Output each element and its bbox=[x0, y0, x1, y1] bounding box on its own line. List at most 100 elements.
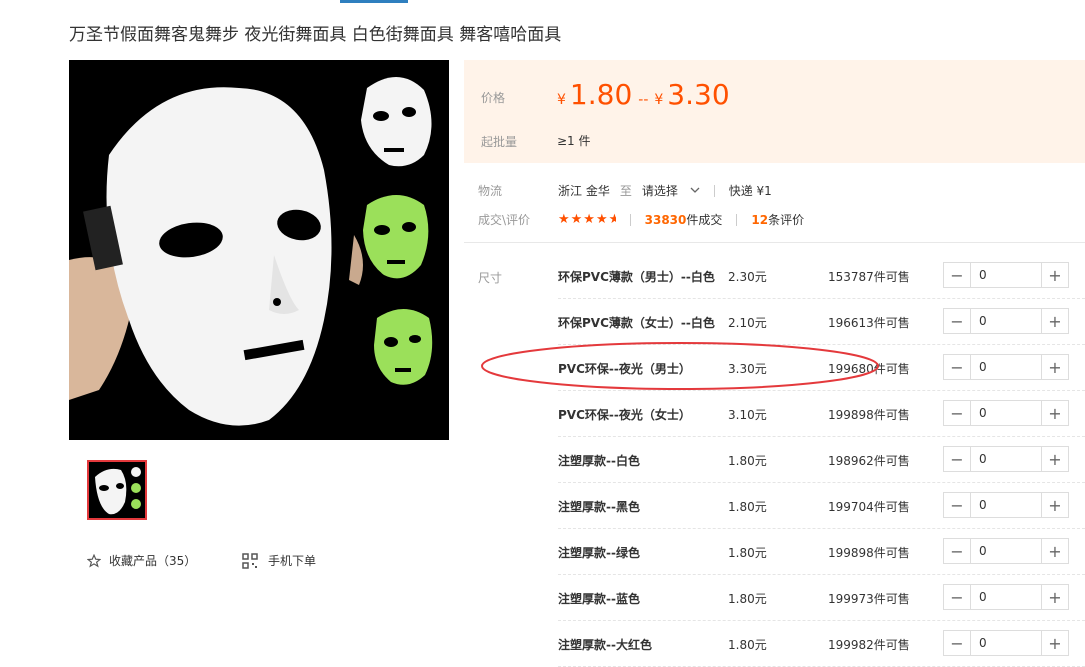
sku-stock: 199704件可售 bbox=[828, 500, 910, 514]
to-text: 至 bbox=[619, 184, 632, 198]
quantity-stepper: − + bbox=[943, 308, 1069, 334]
deals-link[interactable]: 33830件成交 bbox=[645, 211, 723, 228]
sku-name: PVC环保--夜光（女士） bbox=[558, 408, 691, 422]
product-main-image[interactable] bbox=[69, 60, 449, 440]
mobile-order-label: 手机下单 bbox=[268, 554, 317, 568]
sku-name: 注塑厚款--黑色 bbox=[558, 500, 640, 514]
quantity-stepper: − + bbox=[943, 630, 1069, 656]
quantity-stepper: − + bbox=[943, 446, 1069, 472]
increase-button[interactable]: + bbox=[1041, 539, 1068, 563]
decrease-button[interactable]: − bbox=[944, 631, 971, 655]
sku-row: 注塑厚款--大红色 1.80元 199982件可售 − + bbox=[558, 621, 1085, 667]
qr-code-icon bbox=[242, 552, 258, 569]
quantity-input[interactable] bbox=[971, 539, 1041, 563]
decrease-button[interactable]: − bbox=[944, 401, 971, 425]
moq-value: ≥1 件 bbox=[557, 134, 591, 148]
decrease-button[interactable]: − bbox=[944, 447, 971, 471]
quantity-input[interactable] bbox=[971, 585, 1041, 609]
quantity-input[interactable] bbox=[971, 355, 1041, 379]
sku-name: 注塑厚款--蓝色 bbox=[558, 592, 640, 606]
product-title: 万圣节假面舞客鬼舞步 夜光街舞面具 白色街舞面具 舞客嘻哈面具 bbox=[69, 25, 562, 45]
trade-label: 成交\评价 bbox=[478, 213, 531, 227]
divider bbox=[629, 213, 631, 226]
moq-label: 起批量 bbox=[481, 135, 518, 149]
sku-row: 注塑厚款--蓝色 1.80元 199973件可售 − + bbox=[558, 575, 1085, 621]
deals-unit: 件成交 bbox=[686, 213, 723, 227]
star-outline-icon bbox=[87, 553, 101, 568]
favorite-label: 收藏产品（35） bbox=[109, 554, 197, 568]
sku-stock: 153787件可售 bbox=[828, 270, 910, 284]
quantity-stepper: − + bbox=[943, 584, 1069, 610]
sku-price: 1.80元 bbox=[728, 592, 767, 606]
reviews-count: 12 bbox=[751, 213, 769, 227]
price-low: 1.80 bbox=[569, 78, 633, 111]
quantity-stepper: − + bbox=[943, 262, 1069, 288]
sku-price: 1.80元 bbox=[728, 500, 767, 514]
quantity-input[interactable] bbox=[971, 309, 1041, 333]
decrease-button[interactable]: − bbox=[944, 355, 971, 379]
top-tab-indicator bbox=[340, 0, 408, 3]
sku-stock: 199898件可售 bbox=[828, 546, 910, 560]
sku-row: 注塑厚款--白色 1.80元 198962件可售 − + bbox=[558, 437, 1085, 483]
sku-row: 环保PVC薄款（男士）--白色 2.30元 153787件可售 − + bbox=[558, 253, 1085, 299]
increase-button[interactable]: + bbox=[1041, 447, 1068, 471]
decrease-button[interactable]: − bbox=[944, 263, 971, 287]
divider bbox=[736, 213, 738, 226]
sku-name: 环保PVC薄款（男士）--白色 bbox=[558, 270, 715, 284]
decrease-button[interactable]: − bbox=[944, 539, 971, 563]
sku-name: 环保PVC薄款（女士）--白色 bbox=[558, 316, 715, 330]
increase-button[interactable]: + bbox=[1041, 401, 1068, 425]
increase-button[interactable]: + bbox=[1041, 309, 1068, 333]
trade-values: ★★★★★ 33830件成交 12条评价 bbox=[558, 211, 804, 228]
thumbnail-image bbox=[89, 462, 145, 518]
sku-stock: 198962件可售 bbox=[828, 454, 910, 468]
favorite-product-link[interactable]: 收藏产品（35） bbox=[87, 552, 196, 569]
thumbnail-1[interactable] bbox=[87, 460, 147, 520]
deals-count: 33830 bbox=[644, 213, 687, 227]
sku-row: 环保PVC薄款（女士）--白色 2.10元 196613件可售 − + bbox=[558, 299, 1085, 345]
decrease-button[interactable]: − bbox=[944, 309, 971, 333]
decrease-button[interactable]: − bbox=[944, 493, 971, 517]
quantity-stepper: − + bbox=[943, 492, 1069, 518]
increase-button[interactable]: + bbox=[1041, 585, 1068, 609]
logistics-values: 浙江 金华 至 请选择 快递 ¥1 bbox=[558, 182, 772, 199]
mobile-order-link[interactable]: 手机下单 bbox=[242, 552, 316, 569]
price-label: 价格 bbox=[481, 91, 506, 105]
sku-row: 注塑厚款--黑色 1.80元 199704件可售 − + bbox=[558, 483, 1085, 529]
sku-stock: 199680件可售 bbox=[828, 362, 910, 376]
mask-illustration bbox=[69, 60, 449, 440]
sku-stock: 199973件可售 bbox=[828, 592, 910, 606]
sku-stock: 196613件可售 bbox=[828, 316, 910, 330]
divider bbox=[713, 184, 715, 197]
sku-price: 2.10元 bbox=[728, 316, 767, 330]
quantity-input[interactable] bbox=[971, 263, 1041, 287]
rating-stars: ★★★★★ bbox=[558, 212, 616, 227]
sku-name: PVC环保--夜光（男士） bbox=[558, 362, 691, 376]
quantity-input[interactable] bbox=[971, 401, 1041, 425]
increase-button[interactable]: + bbox=[1041, 263, 1068, 287]
currency-symbol: ¥ bbox=[557, 92, 566, 108]
quantity-input[interactable] bbox=[971, 447, 1041, 471]
increase-button[interactable]: + bbox=[1041, 493, 1068, 517]
price-range: ¥1.80 -- ¥3.30 bbox=[557, 78, 730, 111]
origin-text: 浙江 金华 bbox=[558, 184, 610, 198]
sku-name: 注塑厚款--大红色 bbox=[558, 638, 652, 652]
increase-button[interactable]: + bbox=[1041, 631, 1068, 655]
quantity-input[interactable] bbox=[971, 631, 1041, 655]
quantity-input[interactable] bbox=[971, 493, 1041, 517]
section-divider bbox=[464, 242, 1085, 243]
sku-stock: 199898件可售 bbox=[828, 408, 910, 422]
reviews-link[interactable]: 12条评价 bbox=[751, 211, 804, 228]
price-panel: 价格 ¥1.80 -- ¥3.30 起批量 ≥1 件 bbox=[464, 60, 1085, 163]
price-separator: -- bbox=[638, 92, 649, 108]
sku-name: 注塑厚款--白色 bbox=[558, 454, 640, 468]
shipping-method: 快递 ¥1 bbox=[728, 184, 772, 198]
sku-stock: 199982件可售 bbox=[828, 638, 910, 652]
increase-button[interactable]: + bbox=[1041, 355, 1068, 379]
decrease-button[interactable]: − bbox=[944, 585, 971, 609]
destination-select[interactable]: 请选择 bbox=[642, 182, 700, 199]
quantity-stepper: − + bbox=[943, 538, 1069, 564]
sku-list: 环保PVC薄款（男士）--白色 2.30元 153787件可售 − + 环保PV… bbox=[558, 253, 1085, 667]
chevron-down-icon bbox=[690, 187, 700, 193]
sku-price: 1.80元 bbox=[728, 638, 767, 652]
